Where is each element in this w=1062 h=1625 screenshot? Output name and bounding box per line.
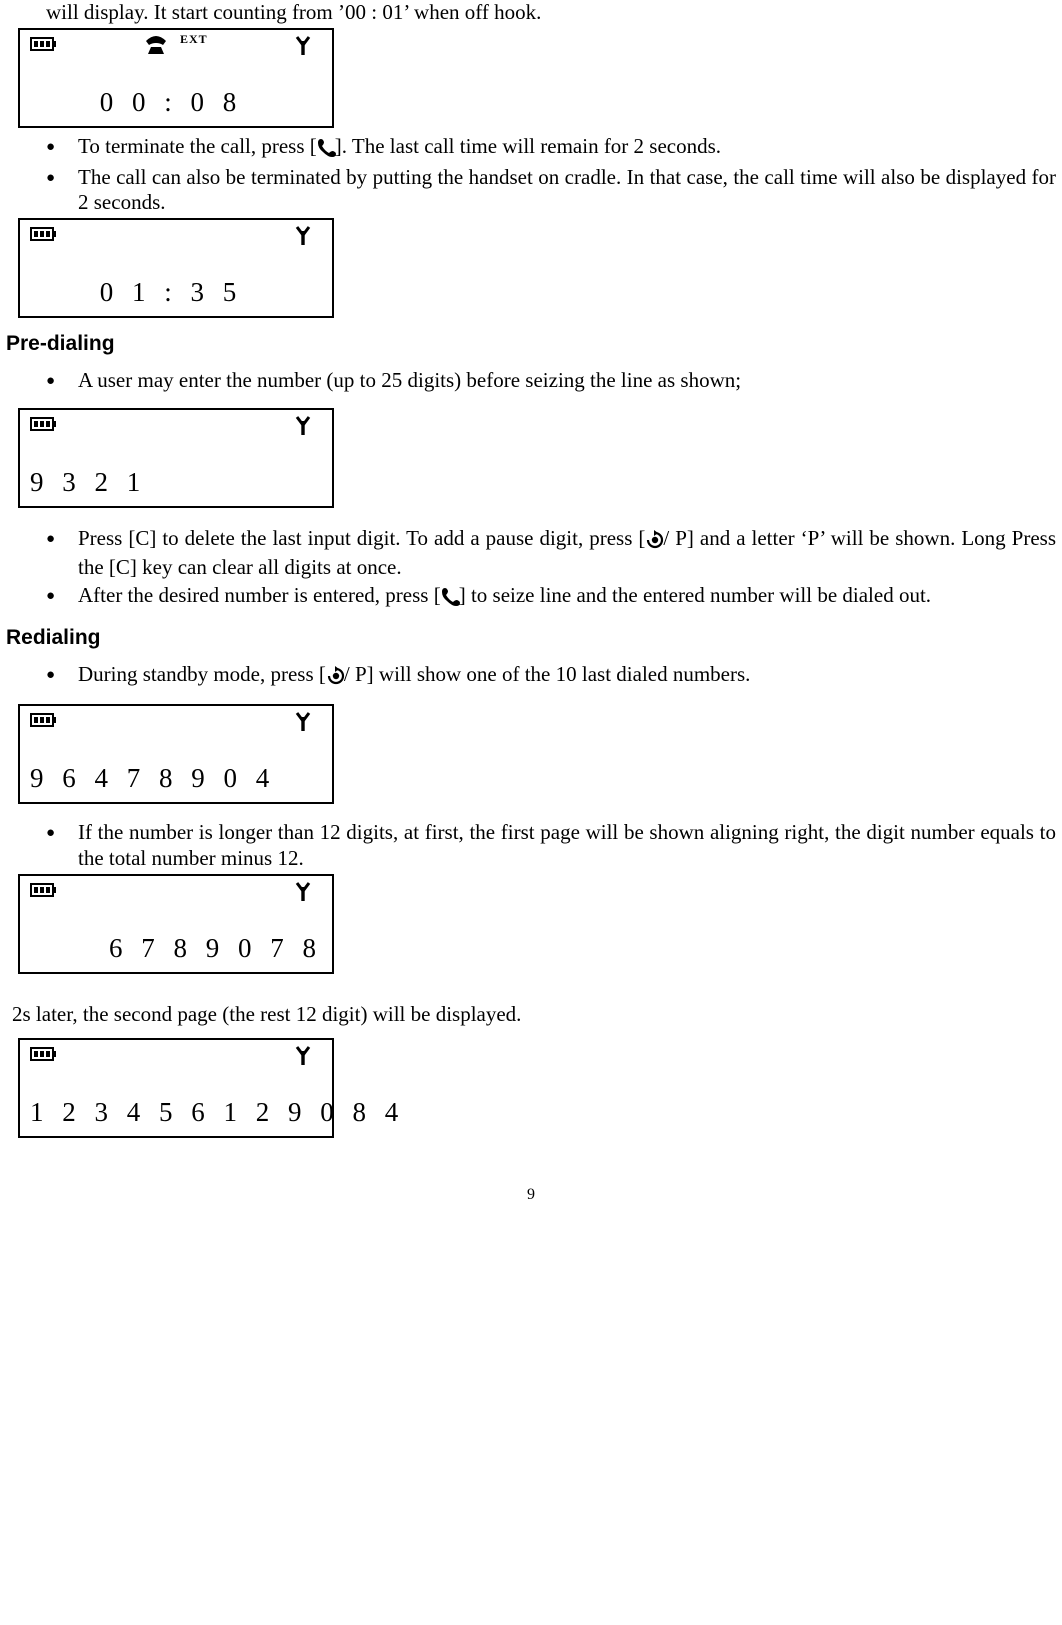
heading-redialing: Redialing — [6, 626, 1056, 650]
lcd-screen-long-num-p1: 6 7 8 9 0 7 8 — [18, 874, 334, 974]
battery-icon — [31, 226, 57, 247]
list-item: A user may enter the number (up to 25 di… — [46, 368, 1056, 394]
handset-icon — [317, 137, 335, 163]
intro-line: will display. It start counting from ’00… — [46, 0, 1056, 26]
lcd-digits: 9 6 4 7 8 9 0 4 — [20, 763, 332, 794]
lcd-digits: 0 1 : 3 5 — [20, 277, 332, 308]
antenna-icon — [296, 416, 310, 441]
battery-icon — [31, 1046, 57, 1067]
paragraph: 2s later, the second page (the rest 12 d… — [12, 1002, 1056, 1028]
antenna-icon — [296, 36, 310, 61]
lcd-digits: 6 7 8 9 0 7 8 — [20, 933, 332, 964]
bullet-list: A user may enter the number (up to 25 di… — [46, 368, 1056, 394]
phone-offhook-icon — [144, 35, 168, 60]
bullet-list: During standby mode, press [/ P] will sh… — [46, 662, 1056, 691]
list-item: After the desired number is entered, pre… — [46, 583, 1056, 612]
lcd-screen-long-num-p2: 1 2 3 4 5 6 1 2 9 0 8 4 — [18, 1038, 334, 1138]
handset-icon — [441, 586, 459, 612]
ext-indicator: EXT — [180, 32, 208, 47]
battery-icon — [31, 712, 57, 733]
lcd-screen-predial: 9 3 2 1 — [18, 408, 334, 508]
bullet-list: If the number is longer than 12 digits, … — [46, 820, 1056, 872]
antenna-icon — [296, 712, 310, 737]
list-item: To terminate the call, press []. The las… — [46, 134, 1056, 163]
heading-predialing: Pre-dialing — [6, 332, 1056, 356]
lcd-digits: 1 2 3 4 5 6 1 2 9 0 8 4 — [20, 1097, 332, 1128]
bullet-list: Press [C] to delete the last input digit… — [46, 526, 1056, 611]
battery-icon — [31, 36, 57, 57]
antenna-icon — [296, 226, 310, 251]
page-number: 9 — [6, 1186, 1056, 1204]
redial-pause-icon — [326, 665, 344, 691]
battery-icon — [31, 416, 57, 437]
bullet-list: To terminate the call, press []. The las… — [46, 134, 1056, 216]
antenna-icon — [296, 882, 310, 907]
lcd-screen-redial: 9 6 4 7 8 9 0 4 — [18, 704, 334, 804]
lcd-digits: 9 3 2 1 — [20, 467, 332, 498]
lcd-screen-call-timer: EXT 0 0 : 0 8 — [18, 28, 334, 128]
battery-icon — [31, 882, 57, 903]
lcd-digits: 0 0 : 0 8 — [20, 87, 332, 118]
antenna-icon — [296, 1046, 310, 1071]
redial-pause-icon — [645, 529, 663, 555]
list-item: Press [C] to delete the last input digit… — [46, 526, 1056, 581]
list-item: During standby mode, press [/ P] will sh… — [46, 662, 1056, 691]
lcd-screen-last-call: 0 1 : 3 5 — [18, 218, 334, 318]
list-item: If the number is longer than 12 digits, … — [46, 820, 1056, 872]
list-item: The call can also be terminated by putti… — [46, 165, 1056, 217]
